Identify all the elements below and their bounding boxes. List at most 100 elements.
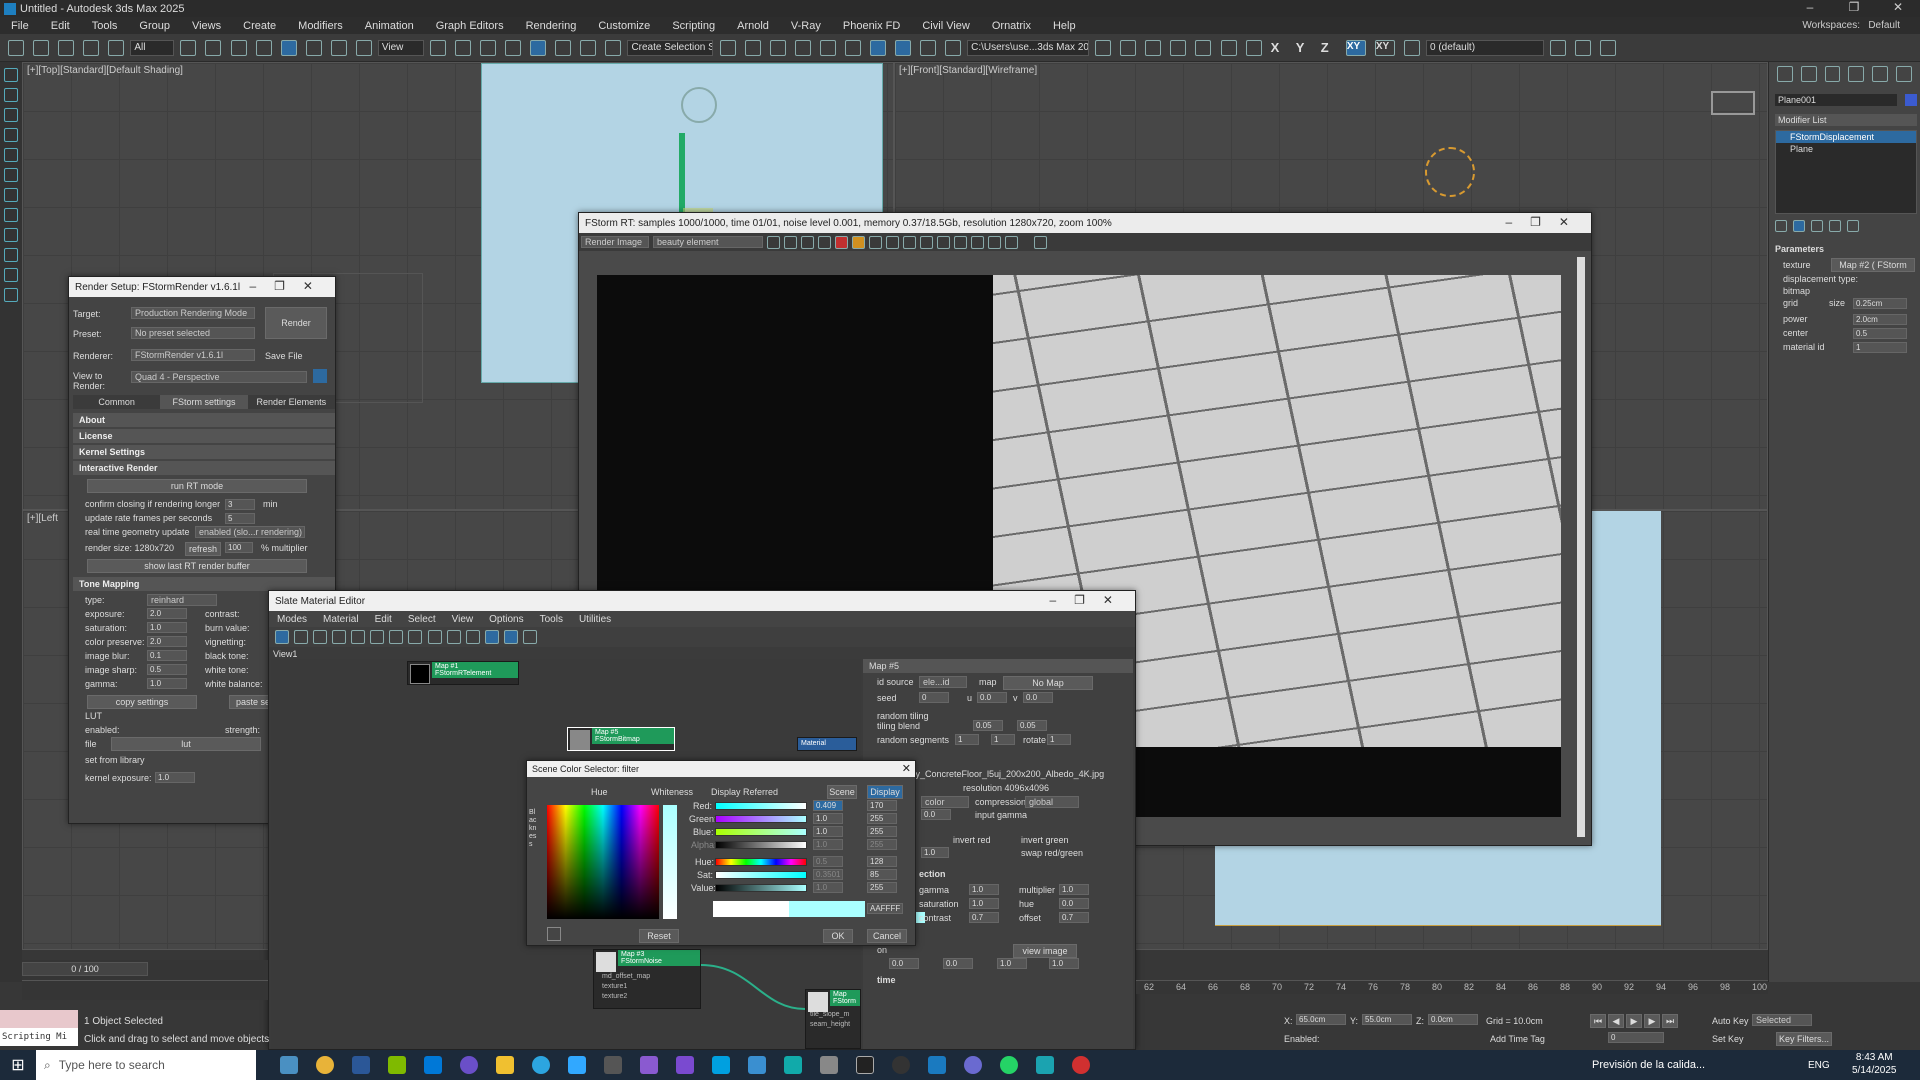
- rollout-interactive-render[interactable]: Interactive Render: [73, 461, 335, 475]
- slate-menu-view[interactable]: View: [444, 614, 482, 625]
- sat-slider[interactable]: [715, 871, 807, 879]
- maximize-button[interactable]: ❐: [1832, 0, 1876, 14]
- exposure-spinner[interactable]: 2.0: [147, 608, 187, 619]
- keyboard-shortcut-icon[interactable]: [480, 40, 497, 56]
- app-word-icon[interactable]: [352, 1056, 370, 1074]
- close-button[interactable]: ✕: [1876, 0, 1920, 14]
- texture-map-button[interactable]: Map #2 ( FStorm: [1831, 258, 1915, 272]
- slate-browser-icon[interactable]: [484, 630, 499, 644]
- tab-common[interactable]: Common: [73, 395, 161, 409]
- timeline-ruler[interactable]: 62 64 66 68 70 72 74 76 78 80 82 84 86 88 90 92 94 96 98 10…: [1136, 980, 1768, 994]
- green-255-field[interactable]: 255: [867, 813, 897, 824]
- axis-xy-button[interactable]: XY: [1345, 40, 1366, 56]
- set-key-button[interactable]: Set Key: [1712, 1034, 1744, 1044]
- menu-phoenix[interactable]: Phoenix FD: [832, 20, 911, 32]
- grid-radio-label[interactable]: grid: [1783, 298, 1798, 308]
- app-vs-icon[interactable]: [640, 1056, 658, 1074]
- app-red-icon[interactable]: [1072, 1056, 1090, 1074]
- rollout-kernel-settings[interactable]: Kernel Settings: [73, 445, 335, 459]
- preset-dropdown[interactable]: No preset selected: [131, 327, 255, 339]
- random-segments-v[interactable]: 1: [991, 734, 1015, 745]
- rt-clone-icon[interactable]: [801, 235, 814, 249]
- menu-help[interactable]: Help: [1042, 20, 1087, 32]
- slate-menu-select[interactable]: Select: [400, 614, 444, 625]
- select-move-icon[interactable]: [280, 40, 297, 56]
- slate-layout-children-icon[interactable]: [465, 630, 480, 644]
- asset-tracking-icon[interactable]: [1170, 40, 1187, 56]
- app-media-icon[interactable]: [892, 1056, 910, 1074]
- slate-menu-modes[interactable]: Modes: [269, 614, 315, 625]
- image-blur-spinner[interactable]: 0.1: [147, 650, 187, 661]
- renderer-dropdown[interactable]: FStormRender v1.6.1l: [131, 349, 255, 361]
- tone-type-dropdown[interactable]: reinhard: [147, 594, 217, 606]
- modify-tab-icon[interactable]: [1800, 66, 1817, 82]
- ok-button[interactable]: OK: [823, 929, 853, 943]
- copy-settings-button[interactable]: copy settings: [87, 695, 197, 709]
- clock[interactable]: 8:43 AM 5/14/2025: [1852, 1051, 1897, 1077]
- color-preserve-spinner[interactable]: 2.0: [147, 636, 187, 647]
- color-selector-titlebar[interactable]: Scene Color Selector: filter ✕: [527, 761, 915, 777]
- slate-delete-icon[interactable]: [351, 630, 366, 644]
- rt-color-icon[interactable]: [937, 235, 950, 249]
- cc-gamma-spinner[interactable]: 1.0: [969, 884, 999, 895]
- app-sketch-icon[interactable]: [748, 1056, 766, 1074]
- spinner-snap-icon[interactable]: [580, 40, 597, 56]
- select-manipulate-icon[interactable]: [455, 40, 471, 56]
- viewcube-top-icon[interactable]: [681, 87, 717, 123]
- slate-titlebar[interactable]: Slate Material Editor –❐✕: [269, 591, 1135, 611]
- invert-green-label[interactable]: invert green: [1021, 835, 1069, 845]
- rollout-about[interactable]: About: [73, 413, 335, 427]
- scene-tab[interactable]: Scene: [827, 785, 857, 799]
- hue-255-field[interactable]: 128: [867, 856, 897, 867]
- coord-y-field[interactable]: 55.0cm: [1362, 1014, 1412, 1025]
- maxscript-top-field[interactable]: [0, 1010, 78, 1028]
- toggle-icon-a[interactable]: [1195, 40, 1212, 56]
- weather-widget[interactable]: Previsión de la calida...: [1592, 1059, 1705, 1071]
- swap-red-green-label[interactable]: swap red/green: [1021, 848, 1083, 858]
- bitmap-path[interactable]: ty_ConcreteFloor_l5uj_200x200_Albedo_4K.…: [913, 769, 1104, 779]
- redo-icon[interactable]: [33, 40, 50, 56]
- mirror-icon[interactable]: [719, 40, 736, 56]
- display-icon[interactable]: [4, 148, 18, 162]
- add-layer-icon[interactable]: [1550, 40, 1567, 56]
- select-rotate-icon[interactable]: [305, 40, 322, 56]
- app-whatsapp-icon[interactable]: [1000, 1056, 1018, 1074]
- pivot-center-icon[interactable]: [429, 40, 446, 56]
- add-time-tag-label[interactable]: Add Time Tag: [1490, 1034, 1545, 1044]
- app-obs-icon[interactable]: [964, 1056, 982, 1074]
- rt-settings-icon[interactable]: [954, 235, 967, 249]
- align-icon[interactable]: [744, 40, 761, 56]
- language-indicator[interactable]: ENG: [1808, 1060, 1830, 1071]
- alpha-255-field[interactable]: 255: [867, 839, 897, 850]
- parameters-rollout-title[interactable]: Parameters: [1775, 244, 1917, 254]
- invert-red-label[interactable]: invert red: [953, 835, 991, 845]
- stack-item-fstormdisplacement[interactable]: FStormDisplacement: [1776, 131, 1916, 143]
- remove-modifier-icon[interactable]: [1829, 220, 1841, 232]
- ribbon-icon[interactable]: [1575, 40, 1592, 56]
- hierarchy-icon[interactable]: [4, 108, 18, 122]
- rollout-license[interactable]: License: [73, 429, 335, 443]
- rt-copy-icon[interactable]: [784, 235, 797, 249]
- app-grid-icon[interactable]: [820, 1056, 838, 1074]
- curve-editor-icon[interactable]: [819, 40, 836, 56]
- cc-saturation-spinner[interactable]: 1.0: [969, 898, 999, 909]
- unlink-icon[interactable]: [83, 40, 100, 56]
- element-dropdown[interactable]: beauty element: [653, 236, 763, 248]
- render-setup-icon[interactable]: [894, 40, 911, 56]
- reference-coordinate-dropdown[interactable]: View: [377, 40, 424, 56]
- render-image-dropdown[interactable]: Render Image: [581, 236, 649, 248]
- blue-slider[interactable]: [715, 828, 807, 836]
- display-tab[interactable]: Display: [867, 785, 903, 799]
- make-unique-icon[interactable]: [1811, 220, 1823, 232]
- snaps-toggle-icon[interactable]: [505, 40, 522, 56]
- render-vscrollbar[interactable]: [1577, 257, 1585, 837]
- slate-menu-edit[interactable]: Edit: [367, 614, 400, 625]
- motion-tab-icon[interactable]: [1848, 66, 1865, 82]
- viewcube-front-icon[interactable]: [1711, 91, 1755, 115]
- slate-background-icon[interactable]: [427, 630, 442, 644]
- layer-dropdown[interactable]: 0 (default): [1426, 40, 1544, 56]
- toggle-icon-c[interactable]: [1245, 40, 1262, 56]
- crop-v-spinner[interactable]: 0.0: [943, 958, 973, 969]
- axis-xy-alt-button[interactable]: XY: [1374, 40, 1395, 56]
- slate-reset-icon[interactable]: [332, 630, 347, 644]
